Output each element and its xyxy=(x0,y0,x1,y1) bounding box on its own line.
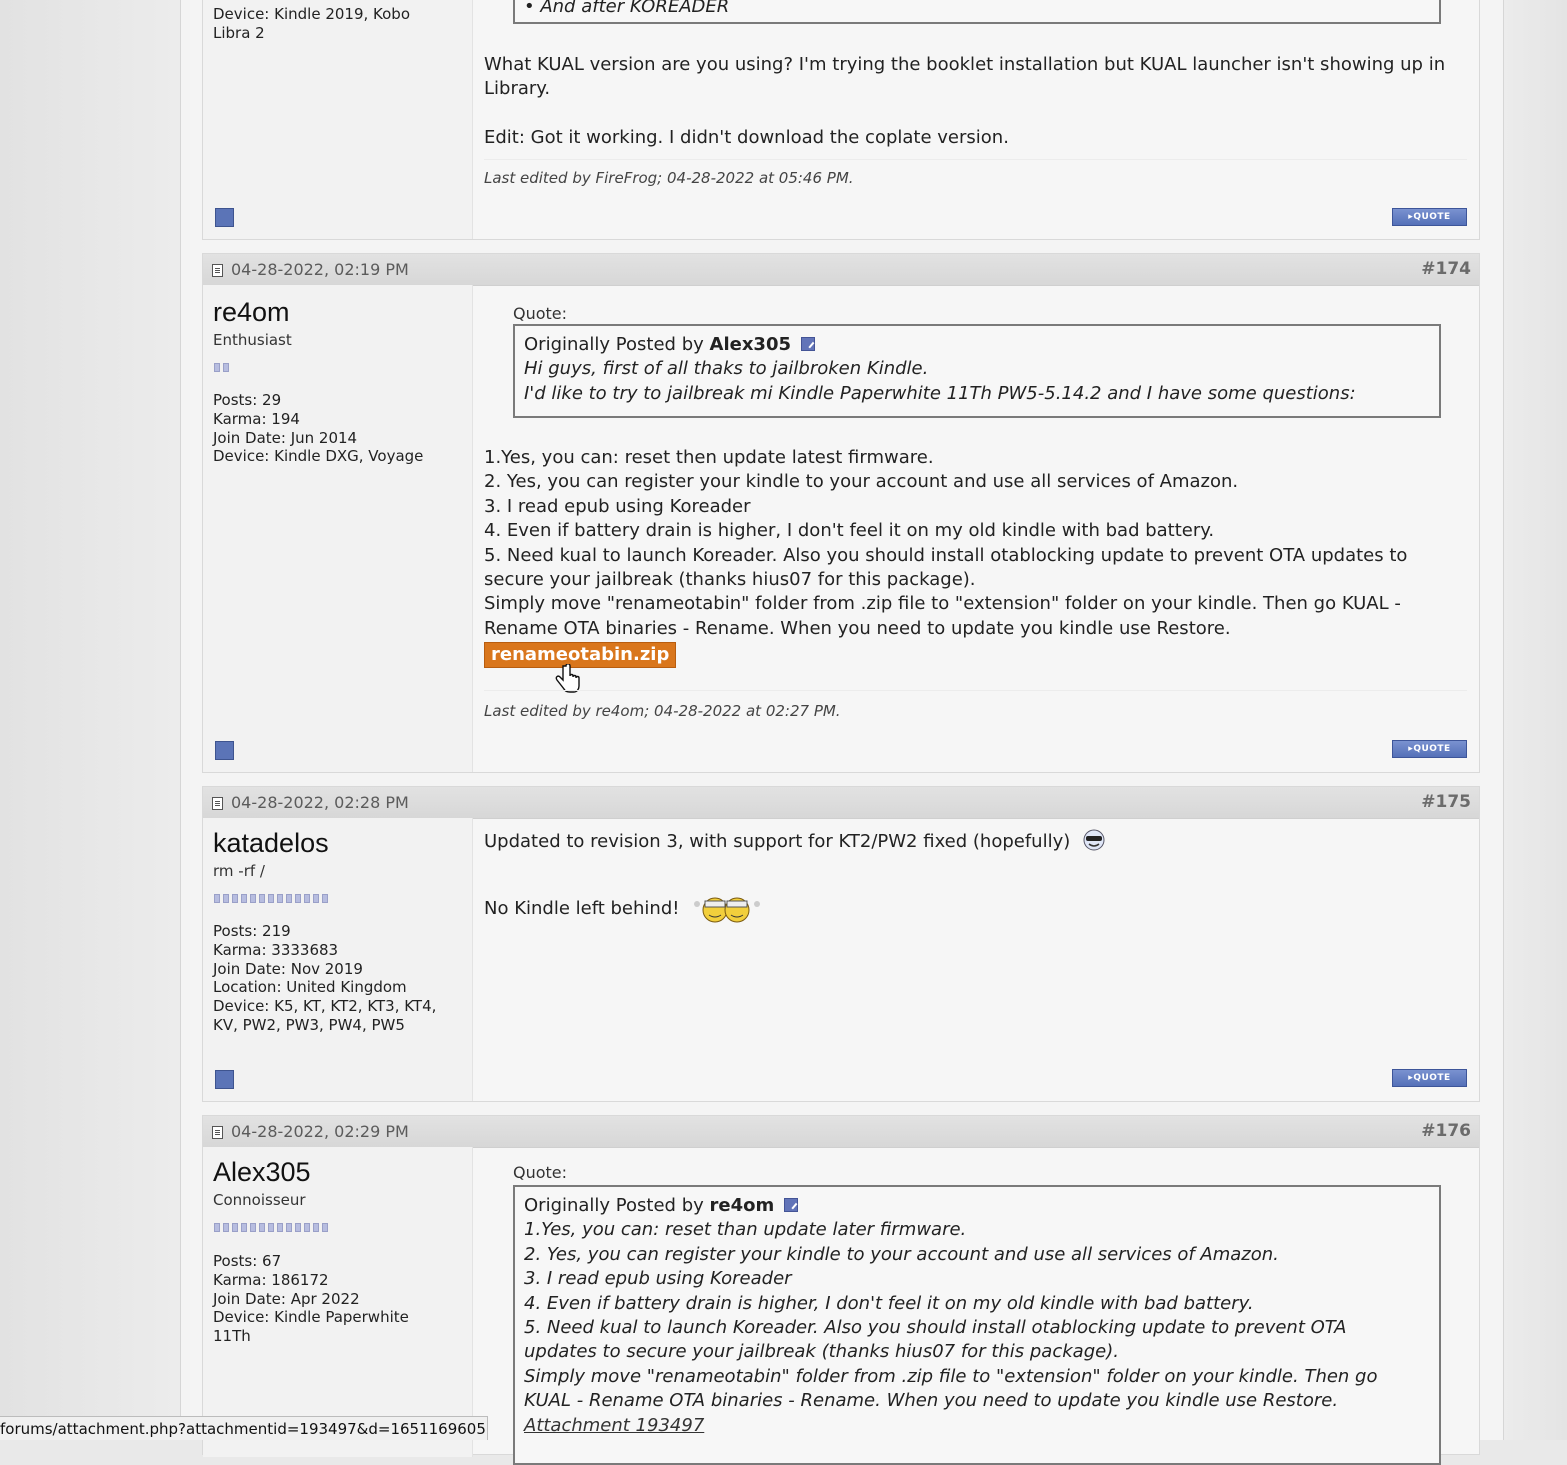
user-device: Device: Kindle 2019, Kobo Libra 2 xyxy=(213,5,410,42)
attachment-link[interactable]: Attachment 193497 xyxy=(524,1415,704,1436)
post-date: 04-28-2022, 02:19 PM xyxy=(231,260,409,279)
quote-button[interactable]: QUOTE xyxy=(1392,1069,1467,1087)
quote-button[interactable]: QUOTE xyxy=(1392,208,1467,226)
post-number[interactable]: #174 xyxy=(1421,259,1471,279)
user-title: Connoisseur xyxy=(213,1191,306,1209)
quote-origin: Originally Posted by re4om xyxy=(524,1194,1430,1218)
party-smiley-icon xyxy=(691,890,763,931)
post-icon xyxy=(212,264,223,277)
post-header: 04-28-2022, 02:28 PM #175 xyxy=(203,787,1479,819)
post-number[interactable]: #175 xyxy=(1421,792,1471,812)
username[interactable]: Alex305 xyxy=(213,1157,311,1188)
separator xyxy=(484,690,1467,691)
user-menu-icon[interactable] xyxy=(215,208,234,227)
quote-label: Quote: xyxy=(513,1163,568,1182)
post-icon xyxy=(212,797,223,810)
last-edited: Last edited by FireFrog; 04-28-2022 at 0… xyxy=(484,169,854,187)
separator xyxy=(484,159,1467,160)
quote-author: re4om xyxy=(709,1195,775,1216)
quote-box: • And after KOREADER xyxy=(513,0,1441,24)
post-173-userinfo: Device: Kindle 2019, Kobo Libra 2 xyxy=(203,0,473,239)
username[interactable]: re4om xyxy=(213,297,290,328)
post-175: 04-28-2022, 02:28 PM #175 katadelos rm -… xyxy=(202,786,1480,1102)
post-173-message: What KUAL version are you using? I'm try… xyxy=(484,54,1446,148)
reputation-bar xyxy=(214,1217,331,1232)
user-menu-icon[interactable] xyxy=(215,741,234,760)
last-edited: Last edited by re4om; 04-28-2022 at 02:2… xyxy=(484,702,841,720)
user-title: rm -rf / xyxy=(213,862,265,880)
user-title: Enthusiast xyxy=(213,331,292,349)
quote-label: Quote: xyxy=(513,304,568,323)
user-menu-icon[interactable] xyxy=(215,1070,234,1089)
post-header: 04-28-2022, 02:29 PM #176 xyxy=(203,1116,1479,1148)
quote-origin: Originally Posted by Alex305 xyxy=(524,333,1430,357)
reputation-bar xyxy=(214,357,232,372)
quote-author: Alex305 xyxy=(709,334,792,355)
post-date: 04-28-2022, 02:29 PM xyxy=(231,1122,409,1141)
quote-box: Originally Posted by re4om 1.Yes, you ca… xyxy=(513,1185,1441,1465)
username[interactable]: katadelos xyxy=(213,828,329,859)
post-175-userinfo: katadelos rm -rf / Posts: 219 Karma: 333… xyxy=(203,818,473,1101)
post-174: 04-28-2022, 02:19 PM #174 re4om Enthusia… xyxy=(202,253,1480,773)
browser-status-bar: forums/attachment.php?attachmentid=19349… xyxy=(0,1416,488,1440)
hand-cursor-icon xyxy=(555,663,581,703)
post-176: 04-28-2022, 02:29 PM #176 Alex305 Connoi… xyxy=(202,1115,1480,1465)
user-stats: Posts: 67 Karma: 186172 Join Date: Apr 2… xyxy=(213,1252,409,1346)
post-number[interactable]: #176 xyxy=(1421,1121,1471,1141)
quote-button[interactable]: QUOTE xyxy=(1392,740,1467,758)
post-174-userinfo: re4om Enthusiast Posts: 29 Karma: 194 Jo… xyxy=(203,285,473,772)
post-173: Device: Kindle 2019, Kobo Libra 2 • And … xyxy=(202,0,1480,240)
quote-box: Originally Posted by Alex305 Hi guys, fi… xyxy=(513,324,1441,418)
post-icon xyxy=(212,1126,223,1139)
post-174-message: 1.Yes, you can: reset then update latest… xyxy=(484,447,1408,639)
view-post-icon[interactable] xyxy=(784,1198,799,1212)
cool-smiley-icon xyxy=(1082,829,1106,858)
reputation-bar xyxy=(214,888,331,903)
user-stats: Posts: 29 Karma: 194 Join Date: Jun 2014… xyxy=(213,391,424,466)
post-175-message: Updated to revision 3, with support for … xyxy=(484,829,1467,932)
post-header: 04-28-2022, 02:19 PM #174 xyxy=(203,254,1479,286)
post-176-userinfo: Alex305 Connoisseur Posts: 67 Karma: 186… xyxy=(203,1147,473,1457)
post-date: 04-28-2022, 02:28 PM xyxy=(231,793,409,812)
view-post-icon[interactable] xyxy=(801,337,816,351)
user-stats: Posts: 219 Karma: 3333683 Join Date: Nov… xyxy=(213,922,437,1034)
